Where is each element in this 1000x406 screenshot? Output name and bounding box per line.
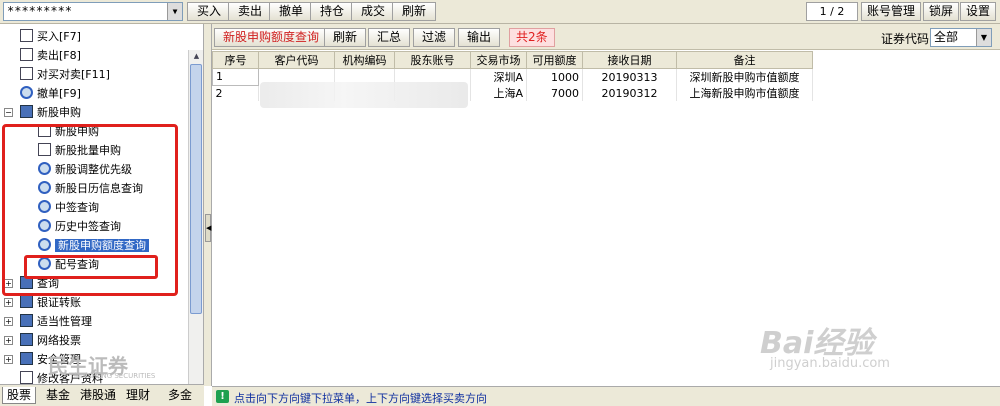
refresh-list-button[interactable]: 刷新 [324, 28, 367, 47]
cell-market: 上海A [470, 85, 527, 101]
cancel-order-button[interactable]: 撤单 [269, 2, 314, 21]
column-header[interactable]: 股东账号 [394, 51, 471, 69]
sidebar-item-label: 卖出[F8] [37, 49, 81, 62]
buy-button[interactable]: 买入 [187, 2, 232, 21]
security-code-select[interactable]: 全部 ▼ [930, 28, 992, 47]
sidebar-item-buy[interactable]: 买入[F7] [20, 27, 81, 46]
collapse-icon[interactable]: − [4, 108, 13, 117]
cell-market: 深圳A [470, 68, 527, 85]
sidebar-item-paired-trade[interactable]: 对买对卖[F11] [20, 65, 110, 84]
tab-hk-connect[interactable]: 港股通 [80, 387, 116, 403]
collapse-panel-icon[interactable]: ◀ [205, 214, 211, 242]
cell-seq: 2 [212, 85, 259, 101]
summary-button[interactable]: 汇总 [368, 28, 411, 47]
scrollbar-thumb[interactable] [190, 64, 202, 314]
tab-stocks[interactable]: 股票 [2, 387, 37, 404]
sidebar-tree: 买入[F7] 卖出[F8] 对买对卖[F11] 撤单[F9] − 新股申购 新股… [0, 24, 204, 386]
export-button[interactable]: 输出 [458, 28, 501, 47]
sidebar-item-label: 撤单[F9] [37, 87, 81, 100]
column-header[interactable]: 机构编码 [334, 51, 395, 69]
sidebar-group-ipo[interactable]: 新股申购 [20, 103, 81, 122]
broker-logo-subtext: MINSHENG SECURITIES [74, 372, 156, 380]
account-manage-button[interactable]: 账号管理 [861, 2, 922, 21]
doc-icon [20, 48, 33, 61]
column-header[interactable]: 交易市场 [470, 51, 527, 69]
lock-screen-button[interactable]: 锁屏 [923, 2, 960, 21]
account-masked-text: ********* [7, 4, 73, 18]
tab-gold[interactable]: 多金 [168, 387, 192, 403]
folder-icon [20, 295, 33, 308]
cell-seq: 1 [212, 68, 259, 86]
sidebar-scrollbar[interactable]: ▲ ▼ [188, 50, 203, 386]
chevron-down-icon[interactable]: ▼ [976, 29, 991, 46]
folder-icon [20, 352, 33, 365]
trades-button[interactable]: 成交 [351, 2, 396, 21]
expand-icon[interactable]: + [4, 355, 13, 364]
page-indicator: 1 / 2 [806, 2, 858, 21]
cell-remark: 深圳新股申购市值额度 [676, 68, 813, 85]
sidebar-group-suitability[interactable]: 适当性管理 [20, 312, 92, 331]
column-header[interactable]: 备注 [676, 51, 813, 69]
cell-date: 20190313 [582, 68, 677, 85]
bottom-tabs: 股票 基金 港股通 理财 多金 [0, 384, 204, 406]
column-header[interactable]: 客户代码 [258, 51, 335, 69]
cancel-icon [20, 86, 33, 99]
cell-quota: 1000 [526, 68, 583, 85]
status-bar: ! 点击向下方向键下拉菜单，上下方向键选择买卖方向 [212, 386, 1000, 406]
sidebar-item-label: 银证转账 [37, 296, 81, 309]
positions-button[interactable]: 持仓 [310, 2, 355, 21]
column-header[interactable]: 可用额度 [526, 51, 583, 69]
sell-button[interactable]: 卖出 [228, 2, 273, 21]
chevron-down-icon[interactable]: ▼ [167, 3, 182, 20]
main-panel: 新股申购额度查询 刷新 汇总 过滤 输出 共2条 证券代码 全部 ▼ 序号 客户… [212, 24, 1000, 386]
record-count-badge: 共2条 [509, 28, 555, 47]
sidebar-item-label: 适当性管理 [37, 315, 92, 328]
page-title-button[interactable]: 新股申购额度查询 [214, 28, 329, 47]
expand-icon[interactable]: + [4, 317, 13, 326]
sidebar-item-label: 买入[F7] [37, 30, 81, 43]
scroll-up-icon[interactable]: ▲ [189, 50, 203, 63]
settings-button[interactable]: 设置 [960, 2, 997, 21]
doc-icon [20, 371, 33, 384]
filter-button[interactable]: 过滤 [413, 28, 456, 47]
folder-icon [20, 333, 33, 346]
security-code-value: 全部 [934, 30, 959, 44]
column-header[interactable]: 接收日期 [582, 51, 677, 69]
sidebar-item-label: 新股申购 [37, 106, 81, 119]
table-header: 序号 客户代码 机构编码 股东账号 交易市场 可用额度 接收日期 备注 [212, 51, 813, 69]
redacted-blur-area [260, 82, 468, 108]
sidebar-item-cancel[interactable]: 撤单[F9] [20, 84, 81, 103]
highlight-box-quota-query [24, 255, 158, 279]
sidebar-group-online-voting[interactable]: 网络投票 [20, 331, 81, 350]
folder-icon [20, 105, 33, 118]
tab-wealth[interactable]: 理财 [126, 387, 150, 403]
doc-icon [20, 29, 33, 42]
column-header[interactable]: 序号 [212, 51, 259, 69]
cell-quota: 7000 [526, 85, 583, 101]
cell-date: 20190312 [582, 85, 677, 101]
refresh-button[interactable]: 刷新 [392, 2, 437, 21]
info-icon: ! [216, 390, 229, 403]
folder-icon [20, 314, 33, 327]
security-code-label: 证券代码 [881, 32, 930, 46]
expand-icon[interactable]: + [4, 298, 13, 307]
sidebar-item-label: 网络投票 [37, 334, 81, 347]
top-toolbar: ********* ▼ 买入 卖出 撤单 持仓 成交 刷新 1 / 2 账号管理… [0, 0, 1000, 24]
panel-splitter[interactable]: ◀ [204, 24, 212, 386]
sidebar-item-label: 对买对卖[F11] [37, 68, 110, 81]
baidu-jingyan-url: jingyan.baidu.com [770, 356, 890, 371]
cell-remark: 上海新股申购市值额度 [676, 85, 813, 101]
query-toolbar: 新股申购额度查询 刷新 汇总 过滤 输出 共2条 证券代码 全部 ▼ [212, 24, 1000, 50]
tab-funds[interactable]: 基金 [46, 387, 70, 403]
status-message: 点击向下方向键下拉菜单，上下方向键选择买卖方向 [234, 392, 487, 405]
sidebar-item-sell[interactable]: 卖出[F8] [20, 46, 81, 65]
account-select[interactable]: ********* ▼ [3, 2, 183, 21]
doc-icon [20, 67, 33, 80]
expand-icon[interactable]: + [4, 336, 13, 345]
